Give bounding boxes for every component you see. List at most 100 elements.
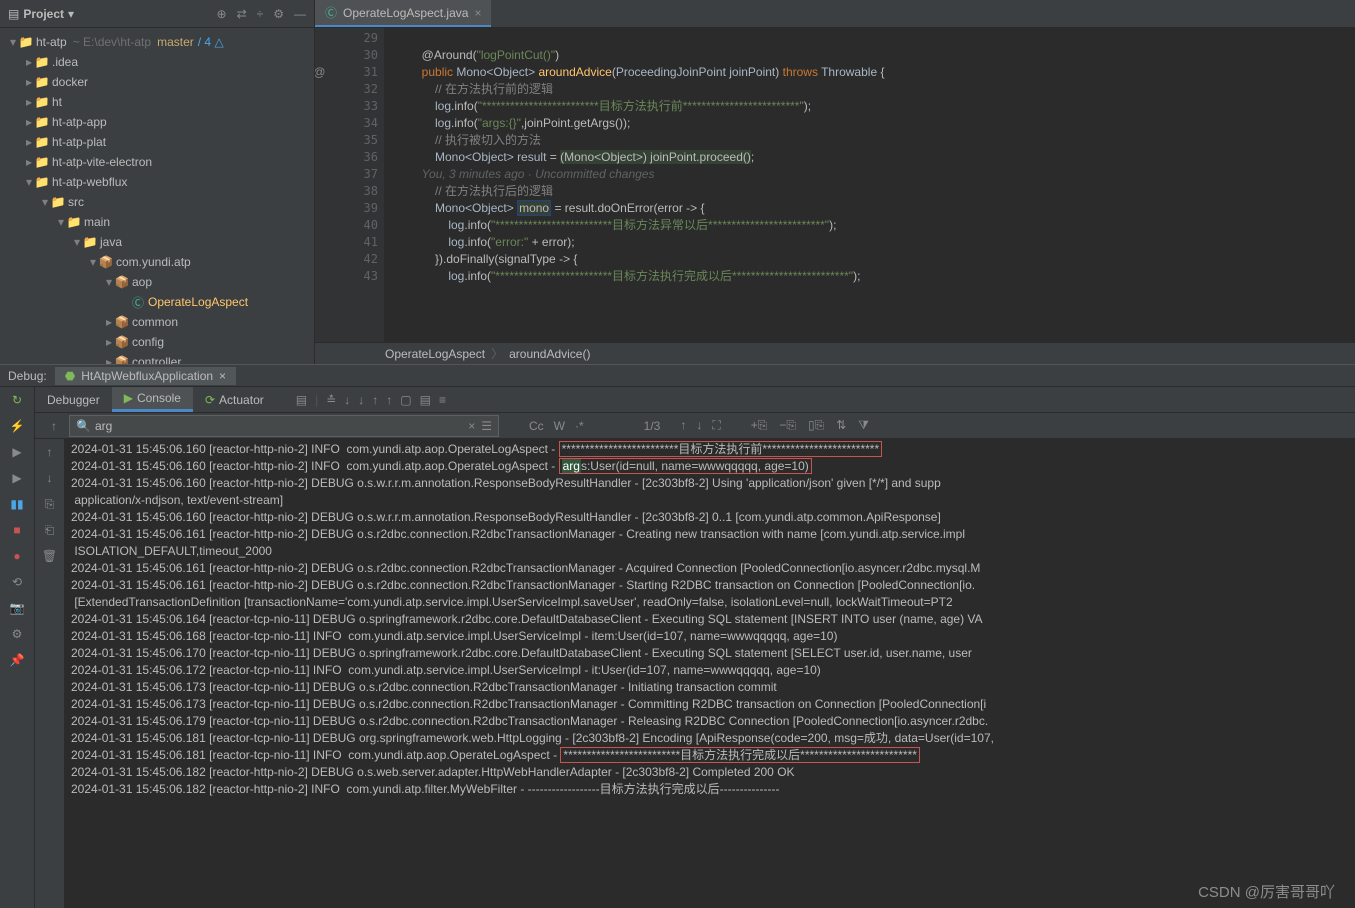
log-line: 2024-01-31 15:45:06.182 [reactor-http-ni… [71, 764, 1355, 781]
log-line: 2024-01-31 15:45:06.172 [reactor-tcp-nio… [71, 662, 1355, 679]
run-config-tab[interactable]: ⬣ HtAtpWebfluxApplication × [55, 367, 236, 385]
log-line: 2024-01-31 15:45:06.164 [reactor-tcp-nio… [71, 611, 1355, 628]
log-line: 2024-01-31 15:45:06.160 [reactor-http-ni… [71, 509, 1355, 526]
step-icon[interactable]: ↑ [372, 393, 378, 407]
class-icon: Ⓒ [325, 4, 337, 21]
log-line: 2024-01-31 15:45:06.161 [reactor-http-ni… [71, 577, 1355, 594]
tree-item[interactable]: ▸📁.idea [0, 52, 314, 72]
debug-action-10[interactable]: 📌 [7, 653, 27, 669]
debug-label: Debug: [8, 369, 47, 383]
hide-icon[interactable]: — [294, 7, 306, 21]
step-icon[interactable]: ≡ [439, 393, 446, 407]
debug-action-8[interactable]: 📷 [7, 601, 27, 617]
tree-item[interactable]: ▾📁src [0, 192, 314, 212]
debug-action-1[interactable]: ⚡ [7, 419, 27, 435]
step-icon[interactable]: ▢ [400, 393, 411, 407]
log-line: 2024-01-31 15:45:06.170 [reactor-tcp-nio… [71, 645, 1355, 662]
log-line: 2024-01-31 15:45:06.160 [reactor-http-ni… [71, 441, 1355, 458]
log-line: 2024-01-31 15:45:06.181 [reactor-tcp-nio… [71, 730, 1355, 747]
tree-item[interactable]: ▾📦aop [0, 272, 314, 292]
chevron-down-icon[interactable]: ▾ [68, 7, 74, 21]
tree-item[interactable]: ▸📁ht-atp-vite-electron [0, 152, 314, 172]
tree-item[interactable]: ⒸOperateLogAspect [0, 292, 314, 312]
project-sidebar: ▤ Project ▾ ⊕ ⇄ ÷ ⚙ — ▾📁ht-atp~ E:\dev\h… [0, 0, 315, 364]
console-gutter: ↑↓⎘⎗🗑 [35, 439, 65, 908]
console-search-bar: ↑ 🔍 arg × ☰ Cc W ·* 1/3 ↑ [35, 413, 1355, 439]
expand-icon[interactable]: ⇄ [237, 7, 247, 21]
step-icon[interactable]: ▤ [420, 393, 431, 407]
log-line: 2024-01-31 15:45:06.182 [reactor-http-ni… [71, 781, 1355, 798]
debug-action-9[interactable]: ⚙ [7, 627, 27, 643]
divide-icon[interactable]: ÷ [257, 7, 264, 21]
debug-action-4[interactable]: ▮▮ [7, 497, 27, 513]
expand-icon[interactable]: ⛶ [712, 418, 720, 433]
tree-item[interactable]: ▾📁java [0, 232, 314, 252]
breadcrumb[interactable]: OperateLogAspect 〉 aroundAdvice() [315, 342, 1355, 364]
toggle-icon[interactable]: ▤ [296, 393, 307, 407]
tree-item[interactable]: ▾📦com.yundi.atp [0, 252, 314, 272]
history-icon[interactable]: ☰ [481, 419, 492, 433]
log-line: 2024-01-31 15:45:06.173 [reactor-tcp-nio… [71, 679, 1355, 696]
tree-item[interactable]: ▸📦config [0, 332, 314, 352]
editor-tab[interactable]: Ⓒ OperateLogAspect.java × [315, 0, 491, 27]
project-tree[interactable]: ▾📁ht-atp~ E:\dev\ht-atpmaster/ 4 △▸📁.ide… [0, 28, 314, 364]
editor-area: Ⓒ OperateLogAspect.java × 2930👤 @3132333… [315, 0, 1355, 364]
filter-icon[interactable]: ⧩ [858, 418, 869, 433]
step-icon[interactable]: ↓ [358, 393, 364, 407]
regex[interactable]: ·* [575, 419, 584, 433]
step-icon[interactable]: ↓ [344, 393, 350, 407]
log-line: application/x-ndjson, text/event-stream] [71, 492, 1355, 509]
tree-item[interactable]: ▾📁main [0, 212, 314, 232]
tree-item[interactable]: ▸📁docker [0, 72, 314, 92]
tree-item[interactable]: ▸📁ht [0, 92, 314, 112]
breadcrumb-method: aroundAdvice() [509, 347, 590, 361]
debug-action-5[interactable]: ■ [7, 523, 27, 539]
tree-item[interactable]: ▸📦controller [0, 352, 314, 364]
project-toolbar: ▤ Project ▾ ⊕ ⇄ ÷ ⚙ — [0, 0, 314, 28]
console-tab[interactable]: ▶Console [112, 387, 193, 412]
locate-icon[interactable]: ⊕ [217, 7, 227, 21]
debug-action-6[interactable]: ● [7, 549, 27, 565]
log-line: 2024-01-31 15:45:06.168 [reactor-tcp-nio… [71, 628, 1355, 645]
tree-item[interactable]: ▸📁ht-atp-plat [0, 132, 314, 152]
log-line: 2024-01-31 15:45:06.161 [reactor-http-ni… [71, 526, 1355, 543]
code-editor[interactable]: @Around("logPointCut()") public Mono<Obj… [385, 28, 1355, 342]
watermark: CSDN @厉害哥哥吖 [1198, 881, 1335, 902]
match-count: 1/3 [644, 419, 661, 433]
next-icon[interactable]: ↓ [696, 418, 702, 433]
line-gutter[interactable]: 2930👤 @31323334353637383940414243 [315, 28, 385, 342]
debug-action-2[interactable]: ▶ [7, 445, 27, 461]
tree-item[interactable]: ▸📁ht-atp-app [0, 112, 314, 132]
play-icon: ⬣ [65, 369, 75, 383]
up-icon[interactable]: ↑ [51, 419, 57, 433]
debug-panel: Debug: ⬣ HtAtpWebfluxApplication × ↻ ⚡ ▶ ▶ ▮… [0, 364, 1355, 908]
debugger-tab[interactable]: Debugger [35, 387, 112, 412]
log-line: 2024-01-31 15:45:06.173 [reactor-tcp-nio… [71, 696, 1355, 713]
project-title: Project [23, 7, 64, 21]
words[interactable]: W [554, 419, 565, 433]
step-icon[interactable]: ≛ [326, 393, 336, 407]
tab-label: OperateLogAspect.java [343, 6, 468, 20]
tree-item[interactable]: ▸📦common [0, 312, 314, 332]
project-icon: ▤ [8, 7, 19, 21]
close-icon[interactable]: × [219, 369, 226, 383]
log-line: 2024-01-31 15:45:06.181 [reactor-tcp-nio… [71, 747, 1355, 764]
debug-action-0[interactable]: ↻ [7, 393, 27, 409]
debug-action-toolbar: ↻ ⚡ ▶ ▶ ▮▮ ■ ● ⟲ 📷 ⚙ 📌 [0, 387, 35, 908]
match-case[interactable]: Cc [529, 419, 544, 433]
tree-item[interactable]: ▾📁ht-atp-webflux [0, 172, 314, 192]
log-line: 2024-01-31 15:45:06.160 [reactor-http-ni… [71, 458, 1355, 475]
prev-icon[interactable]: ↑ [680, 418, 686, 433]
editor-tabs: Ⓒ OperateLogAspect.java × [315, 0, 1355, 28]
search-input[interactable]: 🔍 arg × ☰ [69, 415, 499, 437]
debug-action-7[interactable]: ⟲ [7, 575, 27, 591]
close-icon[interactable]: × [474, 6, 481, 20]
log-line: 2024-01-31 15:45:06.179 [reactor-tcp-nio… [71, 713, 1355, 730]
gear-icon[interactable]: ⚙ [273, 7, 284, 21]
step-icon[interactable]: ↑ [386, 393, 392, 407]
tree-item[interactable]: ▾📁ht-atp~ E:\dev\ht-atpmaster/ 4 △ [0, 32, 314, 52]
console-output[interactable]: 2024-01-31 15:45:06.160 [reactor-http-ni… [65, 439, 1355, 908]
clear-icon[interactable]: × [468, 419, 475, 433]
debug-action-3[interactable]: ▶ [7, 471, 27, 487]
actuator-tab[interactable]: ⟳Actuator [193, 387, 276, 412]
